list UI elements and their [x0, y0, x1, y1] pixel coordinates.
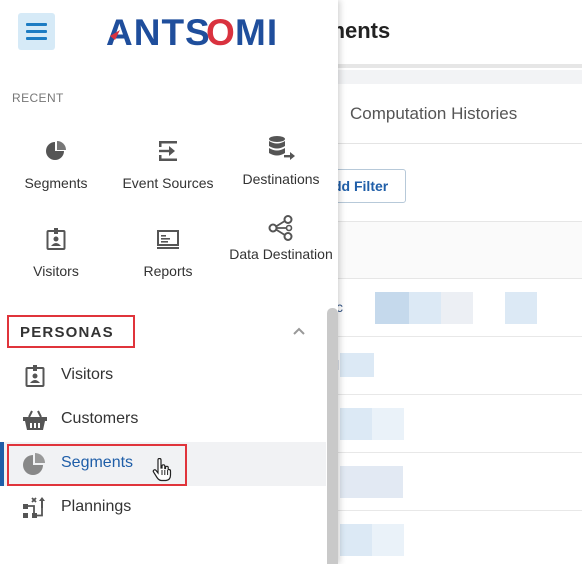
personas-section-header[interactable]: PERSONAS — [7, 315, 135, 348]
hamburger-icon — [26, 23, 47, 26]
database-export-icon — [269, 136, 295, 160]
active-indicator — [0, 442, 4, 486]
recent-item-data-destination[interactable]: Data Destination — [225, 215, 337, 263]
recent-item-event-sources[interactable]: Event Sources — [112, 138, 224, 192]
badge-icon — [46, 228, 66, 250]
svg-text:ANTS: ANTS — [106, 12, 211, 52]
planning-icon — [23, 497, 45, 518]
personas-section-label: PERSONAS — [20, 324, 114, 341]
nav-item-customers[interactable]: Customers — [0, 398, 326, 442]
logo-wordmark: ANTS O MI — [106, 12, 278, 53]
pie-chart-icon — [46, 141, 66, 160]
recent-item-label: Data Destination — [229, 246, 333, 262]
nav-item-label: Plannings — [61, 498, 132, 515]
share-nodes-icon — [268, 215, 293, 241]
badge-icon — [25, 365, 45, 387]
nav-item-plannings[interactable]: Plannings — [0, 486, 326, 530]
hand-pointer-cursor-icon — [152, 458, 172, 482]
drawer-scrollbar[interactable] — [327, 308, 338, 564]
recent-item-label: Reports — [143, 263, 193, 279]
nav-item-visitors[interactable]: Visitors — [0, 354, 326, 398]
nav-item-segments[interactable]: Segments — [0, 442, 326, 486]
recent-item-visitors[interactable]: Visitors — [0, 226, 112, 280]
nav-item-label: Visitors — [61, 366, 114, 383]
recent-item-label: Visitors — [33, 263, 79, 279]
drawer-topbar: ANTS O MI — [0, 0, 338, 64]
recent-item-label: Event Sources — [122, 175, 214, 191]
svg-text:O: O — [206, 12, 236, 52]
basket-icon — [23, 410, 47, 430]
antsomi-logo[interactable]: ANTS O MI — [106, 12, 290, 53]
recent-item-reports[interactable]: Reports — [112, 226, 224, 280]
pie-chart-icon — [23, 453, 45, 475]
chevron-up-icon[interactable] — [291, 323, 307, 339]
report-icon — [157, 230, 179, 249]
recent-item-destinations[interactable]: Destinations — [225, 134, 337, 188]
nav-item-label: Customers — [61, 410, 139, 427]
recent-section-label: RECENT — [12, 91, 64, 105]
svg-text:MI: MI — [235, 12, 278, 52]
recent-item-label: Destinations — [242, 171, 320, 187]
tab-computation-histories[interactable]: Computation Histories — [350, 104, 517, 124]
event-source-icon — [159, 141, 177, 161]
recent-item-segments[interactable]: Segments — [0, 138, 112, 192]
add-filter-label: dd Filter — [333, 178, 389, 194]
recent-item-label: Segments — [24, 175, 88, 191]
nav-item-label: Segments — [61, 454, 134, 471]
navigation-drawer: ANTS O MI RECENT Segments Event Sources — [0, 0, 338, 564]
hamburger-menu-button[interactable] — [18, 13, 55, 50]
